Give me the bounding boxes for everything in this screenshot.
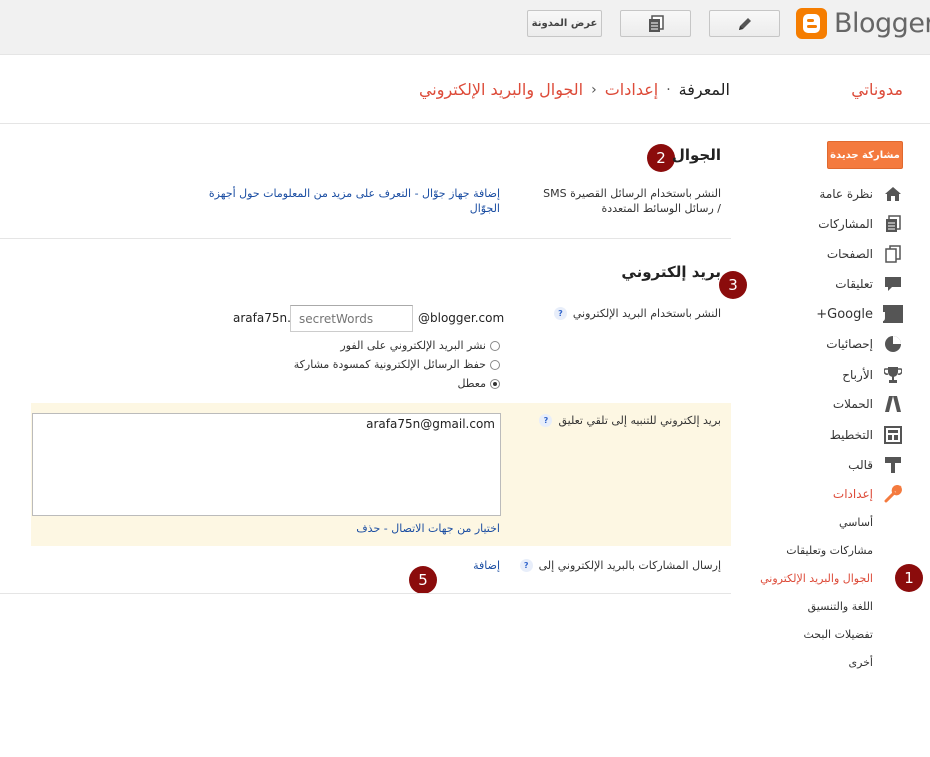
settings-sub-search-prefs[interactable]: تفضيلات البحث: [803, 628, 873, 641]
secret-words-input[interactable]: [290, 305, 413, 332]
pencil-icon: [738, 17, 751, 30]
sidebar-item-template[interactable]: قالب: [848, 454, 903, 476]
top-bar: [0, 0, 930, 55]
sidebar-item-label: الحملات: [832, 397, 873, 411]
annotation-badge-3: 3: [719, 271, 747, 299]
blogger-domain: @blogger.com: [418, 311, 505, 325]
sidebar-item-google-plus[interactable]: g+ Google+: [816, 303, 903, 325]
pages-button[interactable]: [620, 10, 691, 37]
new-post-button[interactable]: مشاركة جديدة: [827, 141, 903, 169]
settings-sub-mobile-email[interactable]: الجوال والبريد الإلكتروني: [760, 572, 873, 585]
add-mobile-device-link[interactable]: إضافة جهاز جوّال - التعرف على مزيد من ال…: [180, 186, 500, 216]
notify-email-textarea[interactable]: arafa75n@gmail.com: [32, 413, 501, 516]
view-blog-button[interactable]: عرض المدونة: [527, 10, 602, 37]
sidebar-item-label: إعدادات: [832, 487, 873, 501]
help-icon[interactable]: ?: [519, 559, 533, 572]
sidebar-item-earnings[interactable]: الأرباح: [842, 364, 903, 386]
sidebar-item-label: الأرباح: [842, 368, 873, 382]
send-posts-label: إرسال المشاركات بالبريد الإلكتروني إلى: [538, 559, 721, 572]
settings-sub-language[interactable]: اللغة والتنسيق: [808, 600, 873, 613]
mobile-section-title: الجوال: [671, 146, 721, 164]
breadcrumb-current: الجوال والبريد الإلكتروني: [418, 80, 584, 99]
breadcrumb-dot: ·: [666, 81, 671, 98]
layout-icon: [883, 425, 903, 445]
post-using-email-row: النشر باستخدام البريد الإلكتروني ?: [553, 306, 721, 321]
email-section-title: بريد إلكتروني: [621, 263, 721, 281]
email-user-prefix: arafa75n.: [233, 311, 291, 325]
sidebar-item-label: الصفحات: [826, 247, 873, 261]
settings-sub-basic[interactable]: أساسي: [839, 516, 873, 529]
choose-contacts-link[interactable]: اختيار من جهات الاتصال - حذف: [356, 521, 500, 536]
breadcrumb-chevron-icon: ‹: [591, 81, 597, 98]
radio-button[interactable]: [490, 340, 500, 351]
trophy-icon: [883, 365, 903, 385]
posts-icon: [883, 214, 903, 234]
comment-notify-row: بريد إلكتروني للتنبيه إلى تلقي تعليق ?: [539, 413, 721, 428]
new-post-edit-button[interactable]: [709, 10, 780, 37]
send-posts-row: إرسال المشاركات بالبريد الإلكتروني إلى ?: [519, 558, 721, 573]
comment-notify-label: بريد إلكتروني للتنبيه إلى تلقي تعليق: [558, 414, 721, 427]
blog-name-link[interactable]: مدوناتي: [851, 80, 903, 99]
post-using-email-label: النشر باستخدام البريد الإلكتروني: [572, 307, 721, 320]
radio-button[interactable]: [490, 359, 500, 370]
breadcrumb-settings[interactable]: إعدادات: [605, 80, 658, 99]
header-divider: [0, 123, 930, 124]
radio-button-selected[interactable]: [490, 378, 500, 389]
annotation-badge-2: 2: [647, 144, 675, 172]
settings-sub-posts-comments[interactable]: مشاركات وتعليقات: [786, 544, 873, 557]
sidebar-item-settings[interactable]: إعدادات: [833, 483, 903, 505]
blogger-logo-text[interactable]: Blogger: [834, 8, 930, 40]
sidebar-item-pages[interactable]: الصفحات: [827, 243, 903, 265]
pages-icon: [648, 14, 664, 32]
option-label: حفظ الرسائل الإلكترونية كمسودة مشاركة: [293, 358, 486, 371]
annotation-badge-1: 1: [895, 564, 923, 592]
help-icon[interactable]: ?: [553, 307, 567, 320]
option-disabled[interactable]: معطل: [457, 377, 500, 390]
option-label: نشر البريد الإلكتروني على الفور: [340, 339, 486, 352]
google-plus-icon: g+: [883, 304, 903, 324]
sidebar-item-posts[interactable]: المشاركات: [818, 213, 903, 235]
sidebar-item-label: التخطيط: [829, 428, 873, 442]
annotation-badge-5: 5: [409, 566, 437, 594]
svg-text:g+: g+: [883, 308, 886, 322]
sidebar-item-comments[interactable]: تعليقات: [835, 273, 903, 295]
sidebar-item-overview[interactable]: نظرة عامة: [819, 183, 903, 205]
option-label: معطل: [457, 377, 486, 390]
sidebar-item-label: قالب: [848, 458, 873, 472]
breadcrumb: المعرفة · إعدادات ‹ الجوال والبريد الإلك…: [419, 80, 730, 99]
breadcrumb-blog[interactable]: المعرفة: [679, 80, 730, 99]
help-icon[interactable]: ?: [539, 414, 553, 427]
add-email-link[interactable]: إضافة: [473, 558, 500, 573]
template-icon: [883, 455, 903, 475]
sidebar-item-label: Google+: [816, 306, 873, 322]
campaigns-icon: [883, 394, 903, 414]
sidebar-item-label: إحصائيات: [826, 337, 873, 351]
sidebar-item-label: نظرة عامة: [819, 187, 873, 201]
sidebar-item-label: تعليقات: [835, 277, 873, 291]
section-divider: [0, 593, 731, 594]
home-icon: [883, 184, 903, 204]
settings-sub-other[interactable]: أخرى: [848, 656, 873, 669]
comments-icon: [883, 274, 903, 294]
sidebar-item-campaigns[interactable]: الحملات: [833, 393, 903, 415]
option-publish-now[interactable]: نشر البريد الإلكتروني على الفور: [340, 339, 500, 352]
mobile-sms-label: النشر باستخدام الرسائل القصيرة SMS / رسا…: [543, 187, 721, 215]
wrench-icon: [883, 484, 903, 504]
stats-icon: [883, 334, 903, 354]
section-divider: [0, 238, 731, 239]
sidebar-item-layout[interactable]: التخطيط: [830, 424, 903, 446]
sidebar-item-label: المشاركات: [818, 217, 873, 231]
sidebar-item-stats[interactable]: إحصائيات: [826, 333, 903, 355]
pages-icon: [883, 244, 903, 264]
blogger-logo-icon[interactable]: [796, 8, 827, 39]
option-save-draft[interactable]: حفظ الرسائل الإلكترونية كمسودة مشاركة: [294, 358, 500, 371]
